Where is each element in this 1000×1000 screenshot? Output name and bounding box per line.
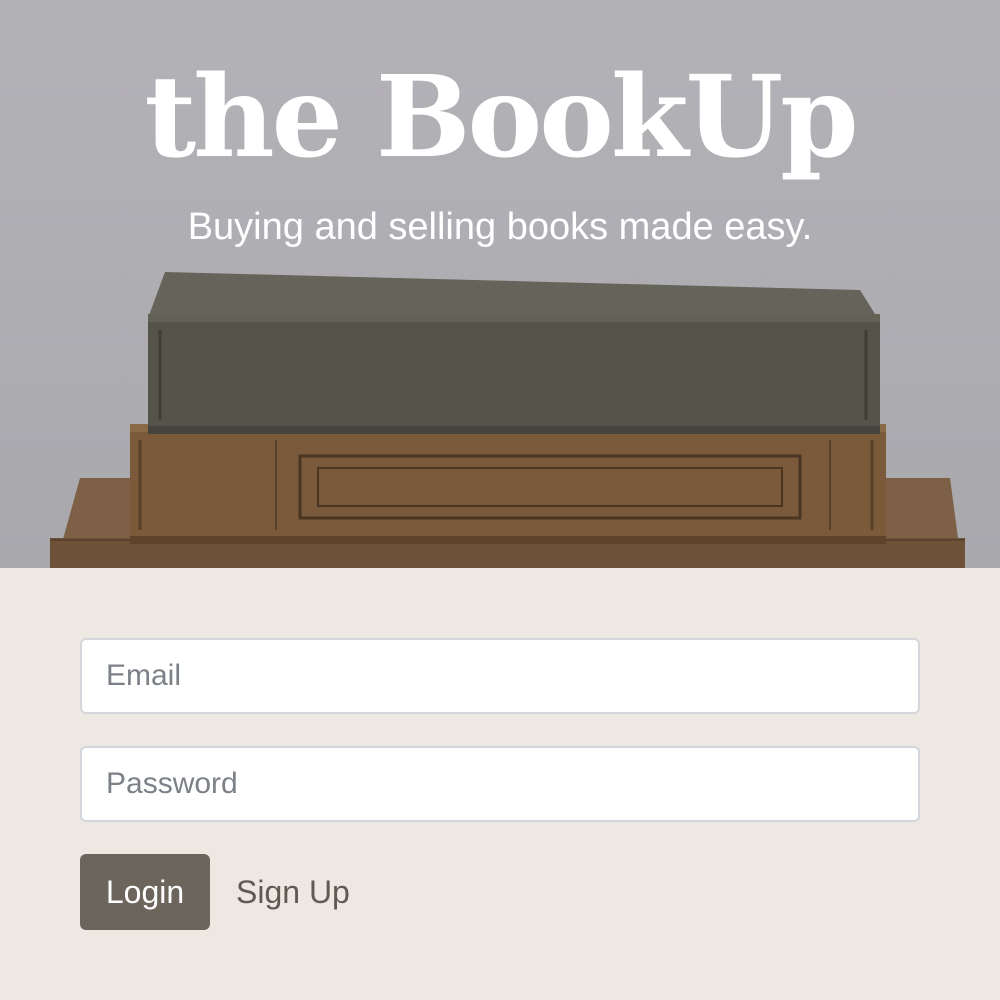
password-input[interactable] (80, 746, 920, 822)
login-form (80, 638, 920, 822)
login-button[interactable]: Login (80, 854, 210, 930)
email-input[interactable] (80, 638, 920, 714)
middle-book (130, 424, 886, 544)
form-actions: Login Sign Up (80, 854, 350, 930)
top-book (148, 272, 880, 434)
hero-banner: the BookUp Buying and selling books made… (0, 0, 1000, 568)
signup-link[interactable]: Sign Up (236, 874, 350, 911)
brand-tagline: Buying and selling books made easy. (187, 206, 813, 248)
brand-title: the BookUp (144, 52, 858, 183)
